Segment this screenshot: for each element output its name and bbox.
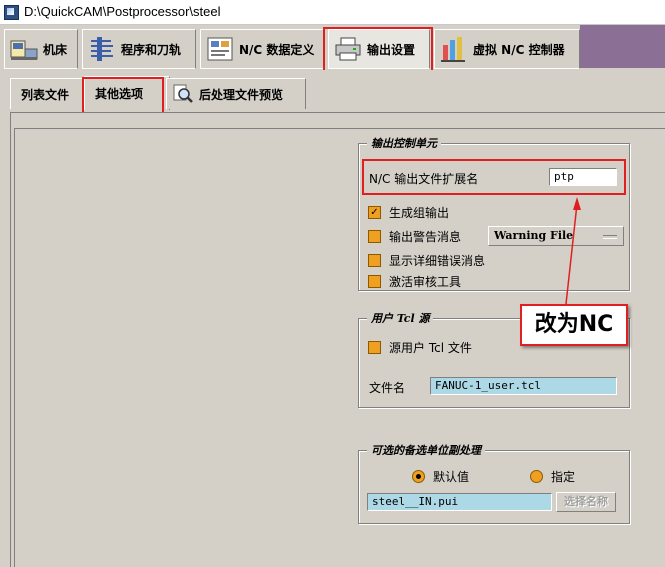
subtab-post-preview-label: 后处理文件预览 (199, 87, 284, 102)
checkbox-output-warnings[interactable]: 输出警告消息 (368, 228, 461, 245)
radio-specify[interactable]: 指定 (530, 468, 575, 485)
warning-file-select[interactable]: Warning File (488, 226, 624, 246)
warning-file-select-value: Warning File (494, 229, 574, 242)
tab-output-settings[interactable]: 输出设置 (328, 29, 430, 69)
unit-file-input[interactable]: steel__IN.pui (367, 493, 552, 511)
printer-icon (333, 35, 363, 63)
tcl-filename-label: 文件名 (369, 381, 406, 395)
tab-bar-filler (580, 25, 665, 68)
tab-nc-data[interactable]: N/C 数据定义 (200, 29, 324, 69)
tcl-filename-input[interactable]: FANUC-1_user.tcl (430, 377, 617, 395)
radio-specify-label: 指定 (551, 470, 576, 484)
select-name-button[interactable]: 选择名称 (556, 492, 616, 512)
tab-machine-label: 机床 (43, 42, 68, 57)
tab-nc-data-label: N/C 数据定义 (239, 42, 315, 57)
output-control-title: 输出控制单元 (367, 135, 441, 151)
subtab-post-preview[interactable]: 后处理文件预览 (166, 78, 306, 109)
dropdown-indicator-icon (603, 235, 617, 239)
virtual-controller-icon (439, 35, 469, 63)
unit-handling-title: 可选的备选单位副处理 (367, 442, 485, 458)
magnifier-icon (173, 84, 193, 104)
checked-icon: ✓ (368, 206, 381, 219)
checkbox-detailed-errors[interactable]: 显示详细错误消息 (368, 252, 485, 269)
subtab-other-options-label: 其他选项 (95, 87, 144, 101)
machine-icon (9, 35, 39, 63)
tab-machine[interactable]: 机床 (4, 29, 78, 69)
annotation-callout: 改为NC (520, 304, 628, 346)
checkbox-review-tool[interactable]: 激活审核工具 (368, 273, 461, 290)
window-title: D:\QuickCAM\Postprocessor\steel (24, 4, 221, 19)
checkbox-source-user-tcl-label: 源用户 Tcl 文件 (389, 341, 472, 355)
subtab-other-options[interactable]: 其他选项 (84, 76, 170, 110)
radio-default-label: 默认值 (433, 470, 470, 484)
tab-program-toolpath[interactable]: 程序和刀轨 (82, 29, 196, 69)
nc-data-icon (205, 35, 235, 63)
checkbox-source-user-tcl[interactable]: 源用户 Tcl 文件 (368, 339, 472, 356)
sub-tab-bar: 列表文件 其他选项 后处理文件预览 (0, 70, 665, 110)
tab-virtual-controller[interactable]: 虚拟 N/C 控制器 (434, 29, 580, 69)
tab-virtual-controller-label: 虚拟 N/C 控制器 (473, 42, 565, 57)
checkbox-box (368, 230, 381, 243)
radio-selected-icon (412, 470, 425, 483)
checkbox-output-warnings-label: 输出警告消息 (389, 230, 462, 244)
checkbox-review-tool-label: 激活审核工具 (389, 275, 462, 289)
nc-extension-label: N/C 输出文件扩展名 (369, 172, 479, 186)
checkbox-box (368, 275, 381, 288)
unit-handling-group: 可选的备选单位副处理 (358, 442, 630, 524)
checkbox-group-output[interactable]: ✓ 生成组输出 (368, 204, 449, 221)
nc-extension-input[interactable]: ptp (549, 168, 617, 186)
checkbox-detailed-errors-label: 显示详细错误消息 (389, 254, 486, 268)
tab-output-settings-label: 输出设置 (367, 42, 416, 57)
title-bar: D:\QuickCAM\Postprocessor\steel (0, 0, 665, 25)
checkbox-box (368, 254, 381, 267)
app-icon (4, 5, 19, 20)
radio-unselected-icon (530, 470, 543, 483)
subtab-list-file[interactable]: 列表文件 (10, 78, 90, 109)
subtab-list-file-label: 列表文件 (21, 87, 70, 102)
radio-default[interactable]: 默认值 (412, 468, 469, 485)
checkbox-box (368, 341, 381, 354)
checkbox-group-output-label: 生成组输出 (389, 206, 450, 220)
main-tab-bar: 机床 程序和刀轨 N/C 数据定义 输出设置 虚拟 N/C 控制器 (0, 25, 665, 69)
user-tcl-title: 用户 Tcl 源 (367, 310, 434, 326)
tab-program-toolpath-label: 程序和刀轨 (121, 42, 182, 57)
program-toolpath-icon (87, 35, 117, 63)
